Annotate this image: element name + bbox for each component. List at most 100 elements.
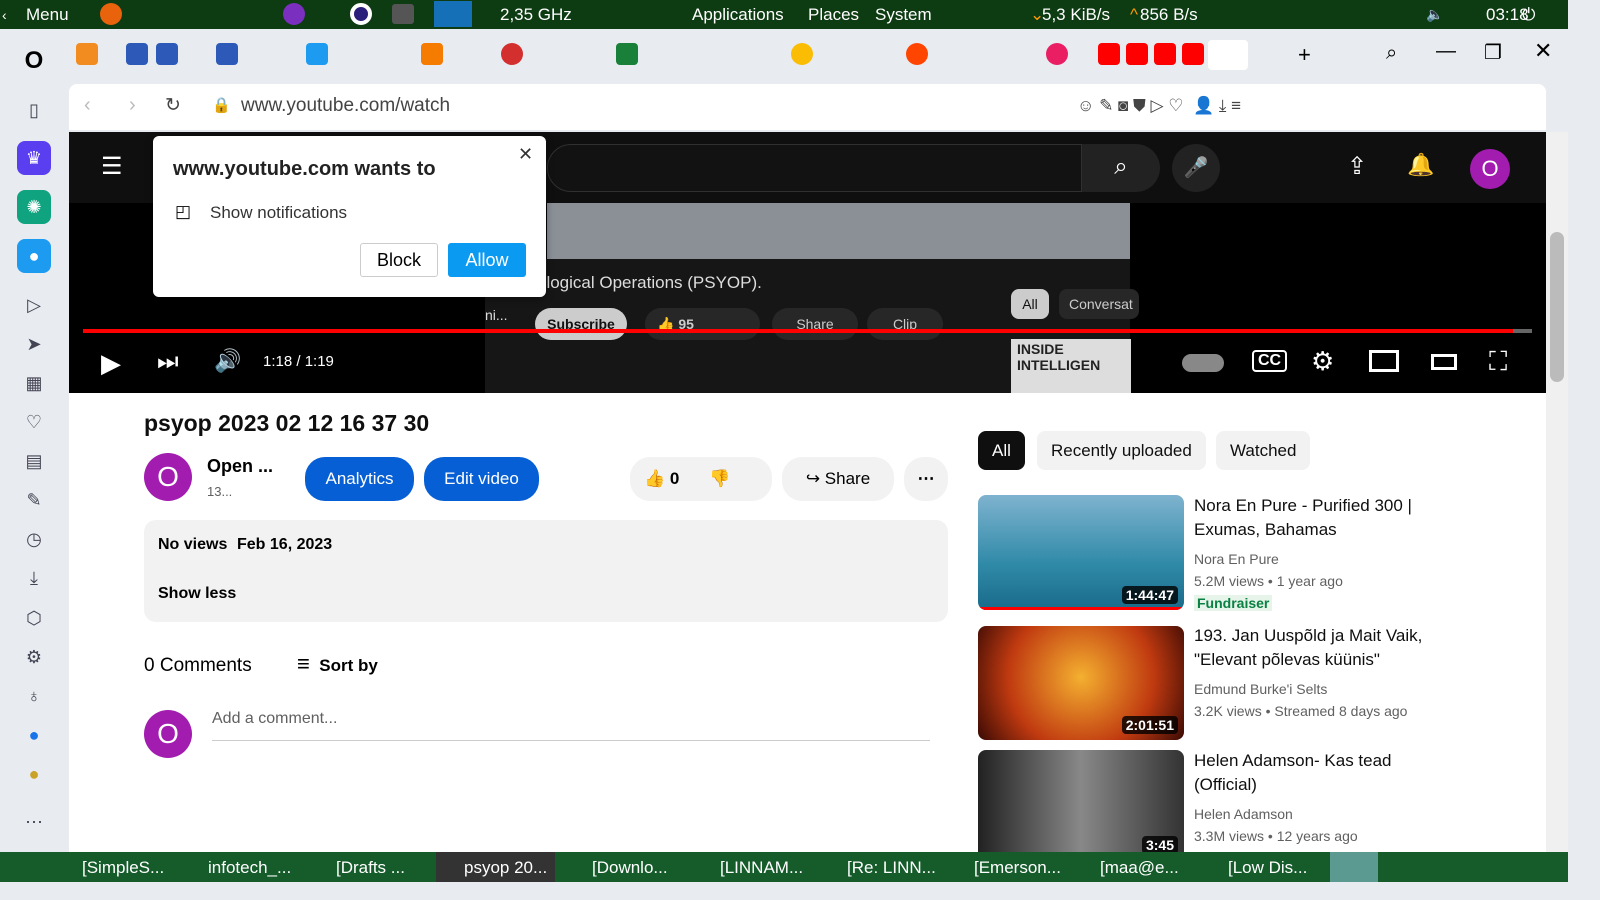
account-avatar[interactable]: O bbox=[1470, 149, 1510, 189]
taskbar-item[interactable]: [Downlo... bbox=[592, 858, 668, 878]
apps-icon[interactable]: ▦ bbox=[17, 366, 51, 400]
tor-icon[interactable] bbox=[283, 3, 305, 25]
tab-icon[interactable] bbox=[616, 43, 638, 65]
taskbar-item[interactable]: infotech_... bbox=[208, 858, 291, 878]
taskbar-item[interactable]: [Drafts ... bbox=[336, 858, 405, 878]
player-icon[interactable]: ▷ bbox=[17, 288, 51, 322]
theater-icon[interactable] bbox=[1431, 354, 1457, 370]
bookmarks-icon[interactable]: ▯ bbox=[17, 93, 51, 127]
related-title[interactable]: Helen Adamson- Kas tead (Official) bbox=[1194, 749, 1454, 797]
analytics-button[interactable]: Analytics bbox=[305, 457, 414, 501]
channel-avatar[interactable]: O bbox=[144, 453, 192, 501]
opera-logo-icon[interactable]: O bbox=[17, 44, 51, 78]
chatgpt-icon[interactable]: ✺ bbox=[17, 190, 51, 224]
terminal-icon[interactable] bbox=[392, 4, 414, 24]
close-window-icon[interactable]: ✕ bbox=[1534, 38, 1552, 64]
lock-icon[interactable]: 🔒 bbox=[212, 96, 231, 114]
taskbar-opera-item[interactable] bbox=[1330, 852, 1378, 882]
tab-icon[interactable] bbox=[216, 43, 238, 65]
active-tab[interactable] bbox=[1208, 40, 1248, 70]
search-icon[interactable]: ⌕ bbox=[1082, 144, 1160, 192]
channel-name[interactable]: Open ... bbox=[207, 456, 273, 477]
sort-by-button[interactable]: ≡ Sort by bbox=[297, 651, 378, 677]
tab-search-icon[interactable]: ⌕ bbox=[1386, 42, 1397, 65]
edit-icon[interactable]: ✎ bbox=[17, 483, 51, 517]
related-title[interactable]: Nora En Pure - Purified 300 | Exumas, Ba… bbox=[1194, 494, 1454, 542]
scrollbar-thumb[interactable] bbox=[1550, 232, 1564, 382]
settings-icon[interactable]: ⚙ bbox=[17, 640, 51, 674]
taskbar-item[interactable]: [maa@e... bbox=[1100, 858, 1179, 878]
tab-icon[interactable] bbox=[421, 43, 443, 65]
forward-icon[interactable]: › bbox=[129, 94, 136, 117]
youtube-tab-icon[interactable] bbox=[1154, 43, 1176, 65]
youtube-tab-icon[interactable] bbox=[1126, 43, 1148, 65]
mic-icon[interactable]: 🎤 bbox=[1172, 144, 1220, 192]
twitter-icon[interactable]: ● bbox=[17, 239, 51, 273]
play-icon[interactable]: ▶ bbox=[101, 348, 121, 379]
url-field[interactable]: www.youtube.com/watch bbox=[241, 95, 450, 117]
tab-icon[interactable] bbox=[126, 43, 148, 65]
bulb-icon[interactable]: ♁ bbox=[17, 679, 51, 713]
description-box[interactable]: No views Feb 16, 2023 Show less bbox=[144, 520, 948, 622]
comment-input[interactable]: Add a comment... bbox=[212, 710, 930, 741]
applications-menu[interactable]: Applications bbox=[692, 5, 784, 25]
places-menu[interactable]: Places bbox=[808, 5, 859, 25]
next-icon[interactable]: ⏭ bbox=[157, 348, 179, 376]
settings-icon[interactable]: ⚙ bbox=[1311, 346, 1334, 377]
tab-icon[interactable] bbox=[906, 43, 928, 65]
cc-icon[interactable]: CC bbox=[1252, 350, 1288, 372]
autoplay-toggle[interactable] bbox=[1182, 354, 1224, 372]
taskbar-item[interactable]: [Re: LINN... bbox=[847, 858, 936, 878]
opera-icon[interactable] bbox=[350, 3, 372, 25]
chip-watched[interactable]: Watched bbox=[1216, 431, 1311, 470]
tab-icon[interactable] bbox=[791, 43, 813, 65]
hamburger-icon[interactable]: ☰ bbox=[101, 152, 123, 181]
back-icon[interactable]: ‹ bbox=[84, 94, 91, 117]
reload-icon[interactable]: ↻ bbox=[165, 94, 181, 117]
bell-icon[interactable]: 🔔 bbox=[1407, 152, 1434, 178]
close-icon[interactable]: ✕ bbox=[518, 144, 533, 165]
taskbar-item[interactable]: [SimpleS... bbox=[82, 858, 164, 878]
chip-recently-uploaded[interactable]: Recently uploaded bbox=[1037, 431, 1206, 470]
taskbar-item[interactable]: [LINNAM... bbox=[720, 858, 803, 878]
tab-icon[interactable] bbox=[306, 43, 328, 65]
taskbar-item-active[interactable]: psyop 20... bbox=[436, 852, 556, 882]
youtube-tab-icon[interactable] bbox=[1182, 43, 1204, 65]
edit-video-button[interactable]: Edit video bbox=[424, 457, 539, 501]
downloads-icon[interactable]: ⤓ bbox=[17, 561, 51, 595]
system-menu[interactable]: System bbox=[875, 5, 932, 25]
tab-icon[interactable] bbox=[1046, 43, 1068, 65]
new-tab-icon[interactable]: + bbox=[1298, 42, 1311, 68]
heart-icon[interactable]: ♡ bbox=[17, 405, 51, 439]
crown-icon[interactable]: ♛ bbox=[17, 141, 51, 175]
tab-icon[interactable] bbox=[501, 43, 523, 65]
youtube-tab-icon[interactable] bbox=[1098, 43, 1120, 65]
related-thumbnail[interactable]: 2:01:51 bbox=[978, 626, 1184, 740]
like-button[interactable]: 👍 0 bbox=[644, 469, 679, 489]
more-icon[interactable]: ⋯ bbox=[17, 805, 51, 839]
related-channel[interactable]: Edmund Burke'i Selts bbox=[1194, 681, 1327, 697]
chat-icon[interactable]: ● bbox=[17, 718, 51, 752]
related-thumbnail[interactable]: 1:44:47 bbox=[978, 495, 1184, 610]
news-icon[interactable]: ▤ bbox=[17, 444, 51, 478]
upload-icon[interactable]: ⇪ bbox=[1347, 152, 1367, 181]
maximize-icon[interactable]: ❐ bbox=[1484, 40, 1502, 65]
block-button[interactable]: Block bbox=[360, 243, 438, 277]
taskbar-item[interactable]: [Emerson... bbox=[974, 858, 1061, 878]
page-scrollbar[interactable] bbox=[1546, 132, 1568, 852]
volume-icon[interactable]: 🔊 bbox=[214, 348, 241, 374]
share-button[interactable]: ↪ Share bbox=[782, 457, 894, 501]
taskbar-item[interactable]: [Low Dis... bbox=[1228, 858, 1307, 878]
related-channel[interactable]: Nora En Pure bbox=[1194, 551, 1279, 567]
chip-all[interactable]: All bbox=[978, 431, 1025, 470]
extensions-icon[interactable]: ⬡ bbox=[17, 601, 51, 635]
progress-bar[interactable] bbox=[83, 329, 1532, 333]
related-thumbnail[interactable]: 3:45 bbox=[978, 750, 1184, 852]
history-icon[interactable]: ◷ bbox=[17, 522, 51, 556]
miniplayer-icon[interactable] bbox=[1369, 350, 1399, 372]
firefox-icon[interactable] bbox=[100, 3, 122, 25]
allow-button[interactable]: Allow bbox=[448, 243, 526, 277]
tab-icon[interactable] bbox=[156, 43, 178, 65]
related-channel[interactable]: Helen Adamson bbox=[1194, 806, 1293, 822]
menu-button[interactable]: Menu bbox=[26, 5, 69, 25]
